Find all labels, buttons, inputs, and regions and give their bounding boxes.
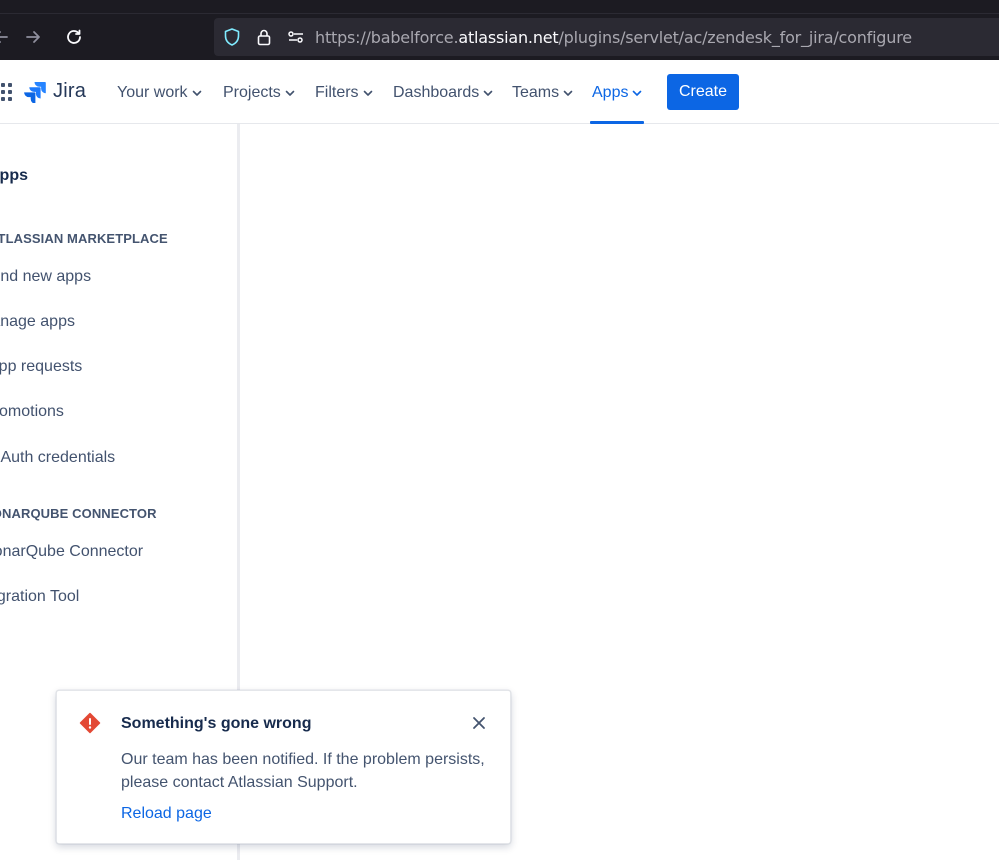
chevron-down-icon: [192, 90, 201, 96]
nav-filters-label: Filters: [315, 84, 359, 101]
nav-apps[interactable]: Apps: [592, 82, 642, 104]
sidebar-heading: Apps: [0, 167, 28, 184]
sidebar-item-sonarqube-connector[interactable]: SonarQube Connector: [0, 543, 143, 561]
browser-tab-strip: [0, 0, 999, 14]
sidebar-item-manage-apps[interactable]: Manage apps: [0, 313, 75, 331]
url-prefix: https://babelforce.: [315, 28, 459, 47]
close-icon: [473, 717, 485, 729]
sidebar-item-app-requests[interactable]: App requests: [0, 358, 82, 376]
arrow-left-icon: [0, 31, 8, 43]
url-path: /plugins/servlet/ac/zendesk_for_jira/con…: [558, 28, 912, 47]
url-text[interactable]: https://babelforce.atlassian.net/plugins…: [315, 28, 912, 47]
jira-logo-icon: [24, 81, 46, 103]
sidebar-item-promotions[interactable]: Promotions: [0, 403, 64, 421]
nav-teams-label: Teams: [512, 84, 560, 101]
nav-teams[interactable]: Teams: [512, 82, 573, 104]
lock-icon[interactable]: [254, 27, 274, 47]
sidebar-section-sonarqube: SONARQUBE CONNECTOR: [0, 506, 157, 521]
reload-button[interactable]: [61, 24, 87, 50]
nav-projects[interactable]: Projects: [223, 82, 295, 104]
permissions-icon[interactable]: [286, 27, 306, 47]
sidebar-item-oauth-credentials[interactable]: OAuth credentials: [0, 449, 115, 467]
jira-top-nav: Jira Your work Projects Filters Dashboar…: [0, 60, 999, 124]
flag-title: Something's gone wrong: [121, 715, 312, 732]
chevron-down-icon: [563, 90, 573, 96]
flag-body: Our team has been notified. If the probl…: [121, 748, 501, 794]
chevron-down-icon: [285, 90, 295, 96]
error-flag: Something's gone wrong Our team has been…: [56, 690, 511, 844]
nav-projects-label: Projects: [223, 84, 281, 101]
chevron-down-icon: [633, 90, 642, 96]
chevron-down-icon: [483, 90, 493, 96]
sidebar-section-marketplace: ATLASSIAN MARKETPLACE: [0, 231, 168, 246]
shield-icon[interactable]: [222, 27, 242, 47]
browser-toolbar: https://babelforce.atlassian.net/plugins…: [0, 0, 999, 60]
chevron-down-icon: [363, 90, 372, 96]
nav-apps-label: Apps: [592, 84, 629, 101]
reload-icon: [67, 29, 81, 44]
jira-logo-text: Jira: [53, 80, 87, 102]
address-bar[interactable]: https://babelforce.atlassian.net/plugins…: [214, 18, 999, 56]
nav-dashboards-label: Dashboards: [393, 84, 480, 101]
error-icon: [79, 712, 101, 734]
arrow-right-icon: [26, 31, 40, 43]
jira-logo[interactable]: Jira: [24, 80, 86, 103]
forward-button[interactable]: [20, 24, 46, 50]
create-button[interactable]: Create: [667, 74, 739, 110]
reload-page-link[interactable]: Reload page: [121, 805, 212, 823]
back-button[interactable]: [0, 24, 14, 50]
close-button[interactable]: [469, 713, 489, 733]
nav-dashboards[interactable]: Dashboards: [393, 82, 493, 104]
sidebar-item-migration-tool[interactable]: Migration Tool: [0, 588, 79, 606]
flag-body-line-2: please contact Atlassian Support.: [121, 774, 358, 791]
flag-body-line-1: Our team has been notified. If the probl…: [121, 751, 485, 768]
nav-filters[interactable]: Filters: [315, 82, 373, 104]
sidebar-item-find-new-apps[interactable]: Find new apps: [0, 268, 91, 286]
app-switcher-icon[interactable]: [0, 83, 12, 101]
url-host: atlassian.net: [458, 28, 559, 47]
nav-your-work[interactable]: Your work: [117, 82, 202, 104]
nav-your-work-label: Your work: [117, 84, 188, 101]
